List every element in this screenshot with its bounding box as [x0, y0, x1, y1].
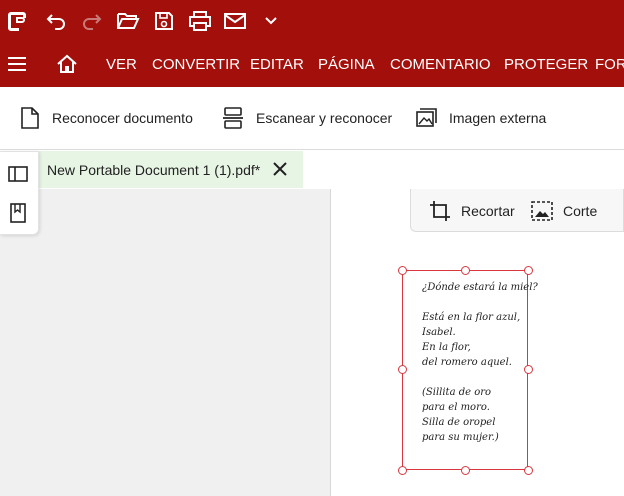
poem-line: para el moro. [422, 402, 490, 413]
poem-text: ¿Dónde estará la miel? Está en la flor a… [422, 280, 538, 445]
poem-line [422, 295, 526, 310]
cut-label: Corte [563, 203, 598, 219]
poem-line: para su mujer.) [422, 432, 499, 443]
poem-line: En la flor, [422, 342, 471, 353]
left-side-panel [0, 151, 39, 235]
home-icon[interactable] [54, 51, 80, 77]
document-tab-label: New Portable Document 1 (1).pdf* [47, 161, 261, 178]
external-image-button[interactable]: Imagen externa [416, 104, 546, 132]
sidebar-toggle-icon[interactable] [7, 163, 29, 185]
marquee-selection-icon [531, 201, 553, 221]
redo-icon[interactable] [79, 8, 105, 34]
poem-line [422, 370, 526, 385]
menu-ver[interactable]: VER [106, 56, 137, 74]
workspace-background [0, 189, 330, 496]
cut-button[interactable]: Corte [531, 199, 597, 223]
close-icon[interactable] [271, 160, 289, 178]
menu-formulario[interactable]: FOR [595, 56, 624, 74]
save-icon[interactable] [151, 8, 177, 34]
undo-icon[interactable] [43, 8, 69, 34]
crop-label: Recortar [461, 203, 515, 219]
crop-handle-bottom-right[interactable] [524, 466, 533, 475]
menu-pagina[interactable]: PÁGINA [318, 56, 375, 74]
open-folder-icon[interactable] [115, 8, 141, 34]
tab-bar: New Portable Document 1 (1).pdf* [39, 151, 624, 189]
crop-handle-bottom-left[interactable] [398, 466, 407, 475]
menu-comentario[interactable]: COMENTARIO [390, 56, 491, 74]
poem-line: Silla de oropel [422, 417, 496, 428]
poem-line: Está en la flor azul, [422, 312, 521, 323]
email-icon[interactable] [222, 8, 248, 34]
crop-toolbar: Recortar Corte [410, 189, 624, 232]
recognize-document-button[interactable]: Reconocer documento [20, 104, 193, 132]
scanner-icon [223, 107, 243, 129]
crop-handle-top-left[interactable] [398, 266, 407, 275]
poem-line: (Sillita de oro [422, 387, 492, 398]
crop-icon [430, 201, 450, 221]
image-icon [416, 108, 437, 127]
poem-line: Isabel. [422, 327, 456, 338]
chevron-down-icon[interactable] [258, 8, 284, 34]
menu-proteger[interactable]: PROTEGER [504, 56, 588, 74]
crop-handle-top-right[interactable] [524, 266, 533, 275]
crop-handle-left[interactable] [398, 365, 407, 374]
document-icon [21, 107, 39, 129]
bookmark-icon[interactable] [7, 202, 29, 224]
crop-button[interactable]: Recortar [429, 199, 515, 223]
document-tab[interactable]: New Portable Document 1 (1).pdf* [39, 151, 303, 188]
menu-convertir[interactable]: CONVERTIR [152, 56, 240, 74]
app-logo-icon [5, 8, 31, 34]
crop-handle-bottom[interactable] [461, 466, 470, 475]
menu-editar[interactable]: EDITAR [250, 56, 304, 74]
title-bar [0, 0, 624, 42]
external-image-label: Imagen externa [449, 110, 547, 126]
scan-recognize-label: Escanear y reconocer [256, 110, 393, 126]
crop-handle-top[interactable] [461, 266, 470, 275]
print-icon[interactable] [187, 8, 213, 34]
ribbon-toolbar: Reconocer documento Escanear y reconocer… [0, 87, 624, 150]
poem-line: del romero aquel. [422, 357, 512, 368]
recognize-document-label: Reconocer documento [52, 110, 193, 126]
hamburger-menu-icon[interactable] [4, 51, 30, 77]
scan-recognize-button[interactable]: Escanear y reconocer [222, 104, 392, 132]
poem-line: ¿Dónde estará la miel? [422, 282, 538, 293]
